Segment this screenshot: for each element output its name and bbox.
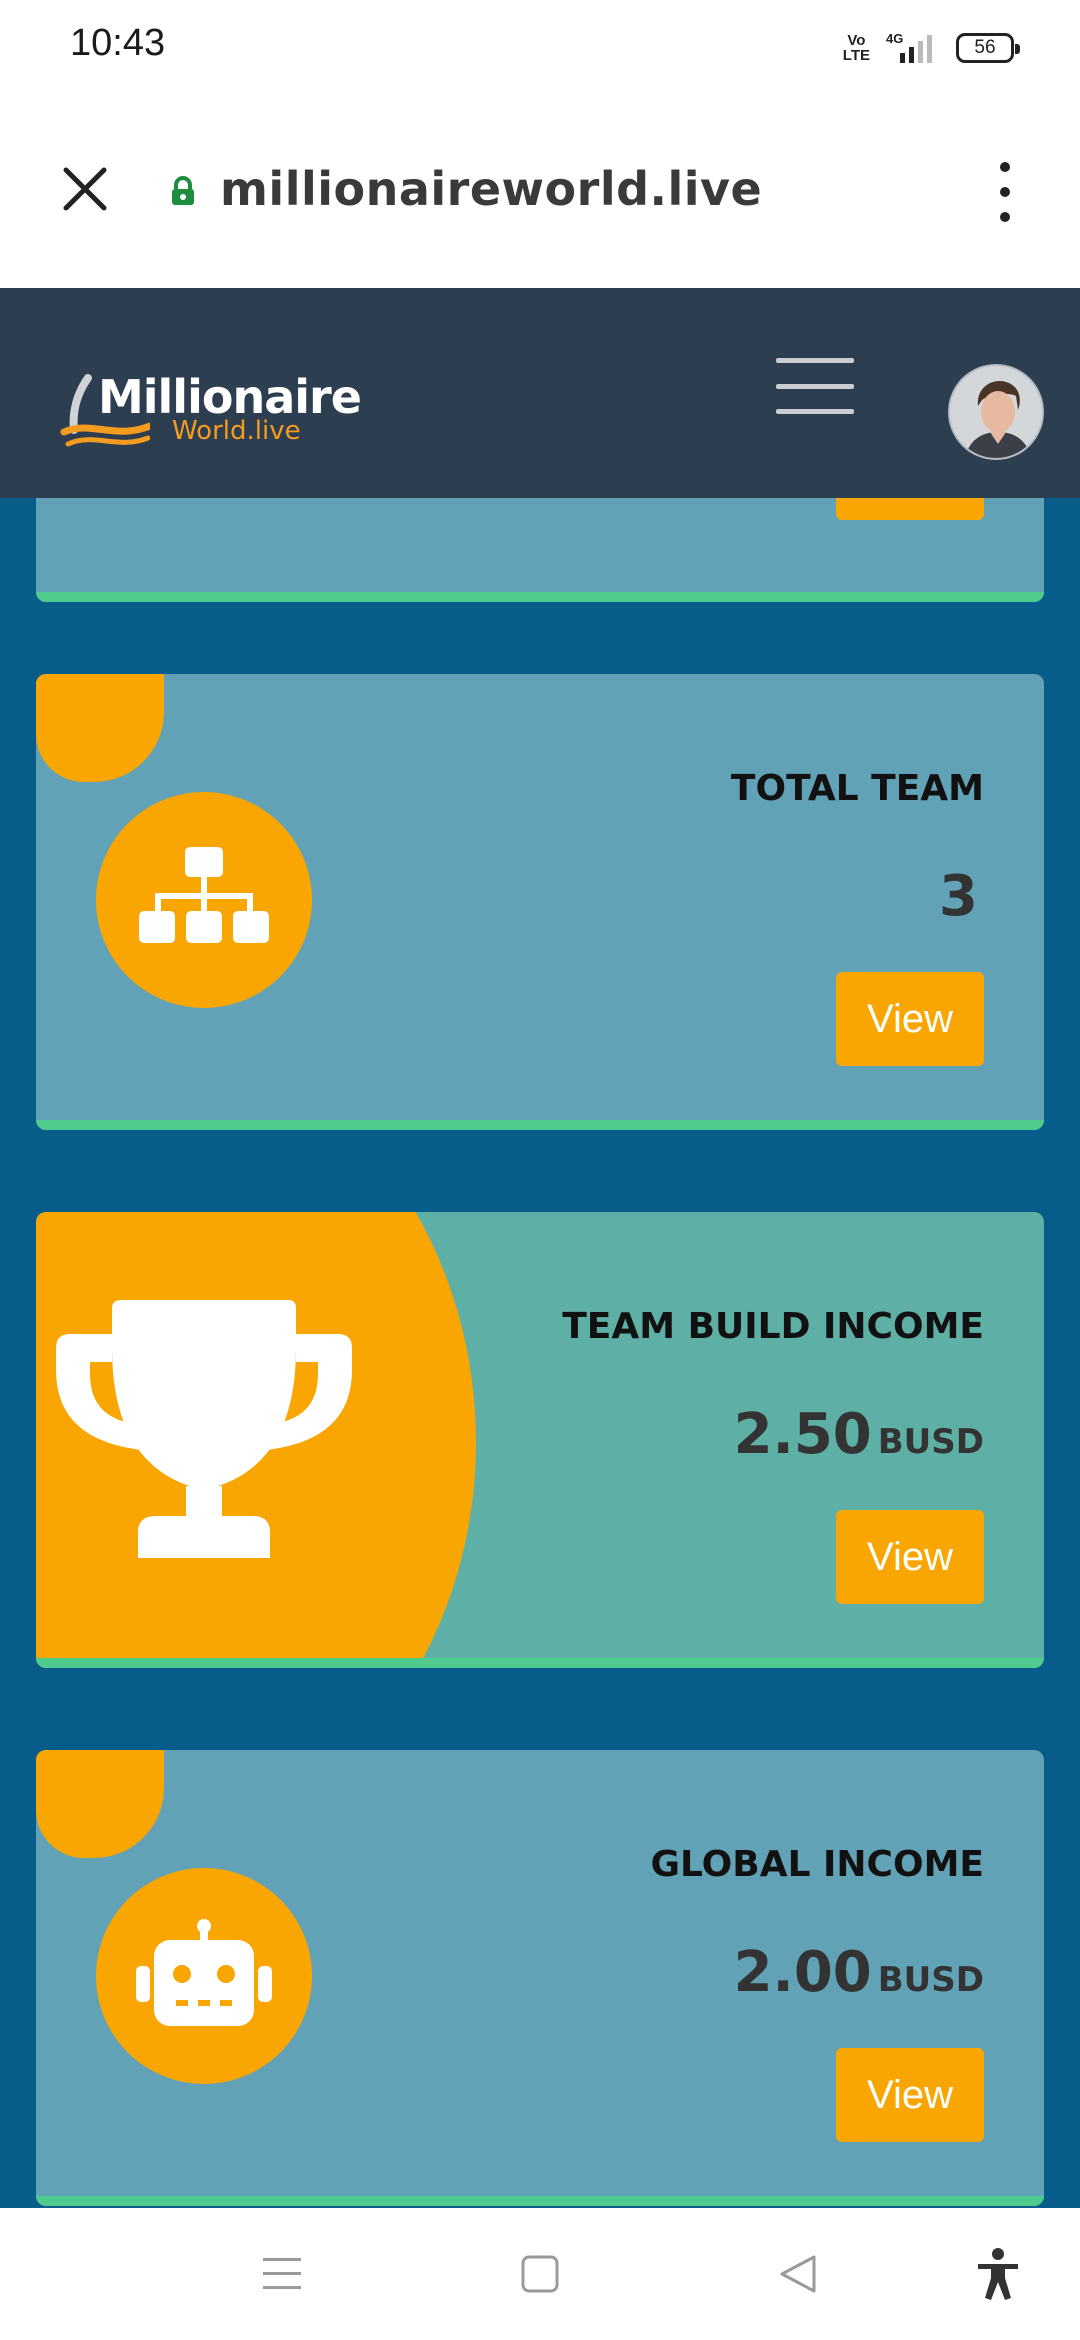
partial-card [36, 498, 1044, 602]
card-value-unit: BUSD [877, 1422, 984, 1462]
total-team-card: TOTAL TEAM 3 View [36, 674, 1044, 1130]
system-nav-bar [0, 2208, 1080, 2340]
battery-level: 56 [974, 37, 996, 58]
volte-indicator: Vo LTE [842, 32, 870, 64]
card-value-number: 2.50 [733, 1402, 872, 1467]
dashboard-content: TOTAL TEAM 3 View TEAM BUILD INCOME 2.50… [0, 498, 1080, 2208]
team-build-income-card: TEAM BUILD INCOME 2.50 BUSD View [36, 1212, 1044, 1668]
sitemap-icon [139, 847, 269, 943]
close-tab-button[interactable] [50, 154, 120, 224]
icon-circle [96, 792, 312, 1008]
card-border [36, 592, 1044, 602]
hamburger-icon [776, 358, 854, 363]
view-total-team-button[interactable]: View [836, 972, 984, 1066]
recents-button[interactable] [250, 2242, 314, 2306]
home-button[interactable] [508, 2242, 572, 2306]
battery-icon: 56 [956, 33, 1020, 63]
square-home-icon [521, 2255, 559, 2293]
trophy-icon-wrap [56, 1300, 352, 1570]
status-time: 10:43 [70, 22, 166, 64]
card-value-number: 2.00 [733, 1940, 872, 2005]
global-income-card: GLOBAL INCOME 2.00 BUSD View [36, 1750, 1044, 2206]
network-label: 4G [886, 31, 903, 46]
card-value-unit: BUSD [877, 1960, 984, 2000]
card-title: TOTAL TEAM [730, 768, 984, 809]
view-global-income-button[interactable]: View [836, 2048, 984, 2142]
card-border [36, 1120, 1044, 1130]
more-vert-icon[interactable] [990, 162, 1020, 222]
card-title: TEAM BUILD INCOME [562, 1306, 984, 1347]
menu-lines-icon [263, 2258, 301, 2289]
corner-decoration [36, 1750, 164, 1858]
card-border [36, 1658, 1044, 1668]
card-value: 2.00 BUSD [734, 1940, 984, 2005]
site-logo[interactable]: Millionaire World.live [60, 370, 362, 450]
status-icons: Vo LTE 4G 56 [842, 28, 1020, 68]
trophy-icon [56, 1300, 352, 1558]
card-title: GLOBAL INCOME [650, 1844, 984, 1885]
lock-icon [172, 176, 194, 205]
status-bar: 10:43 Vo LTE 4G 56 [0, 0, 1080, 96]
address-bar-url[interactable]: millionaireworld.live [220, 162, 762, 216]
avatar-icon [950, 366, 1042, 458]
user-avatar[interactable] [948, 364, 1044, 460]
browser-toolbar: millionaireworld.live [0, 96, 1080, 288]
robot-icon [136, 1919, 272, 2026]
triangle-back-icon [780, 2255, 816, 2293]
icon-circle [96, 1868, 312, 2084]
accessibility-button[interactable] [966, 2242, 1030, 2306]
partial-view-button[interactable] [836, 498, 984, 520]
card-value: 2.50 BUSD [734, 1402, 984, 1467]
card-border [36, 2196, 1044, 2206]
card-value: 3 [939, 864, 984, 929]
logo-sub-text: World.live [172, 416, 301, 446]
corner-decoration [36, 674, 164, 782]
card-value-number: 3 [939, 864, 978, 929]
hamburger-menu-button[interactable] [776, 358, 854, 414]
accessibility-icon [978, 2248, 1018, 2300]
signal-icon: 4G [886, 31, 932, 63]
site-header: Millionaire World.live [0, 288, 1080, 498]
view-team-build-income-button[interactable]: View [836, 1510, 984, 1604]
close-icon [63, 167, 107, 211]
back-button[interactable] [766, 2242, 830, 2306]
